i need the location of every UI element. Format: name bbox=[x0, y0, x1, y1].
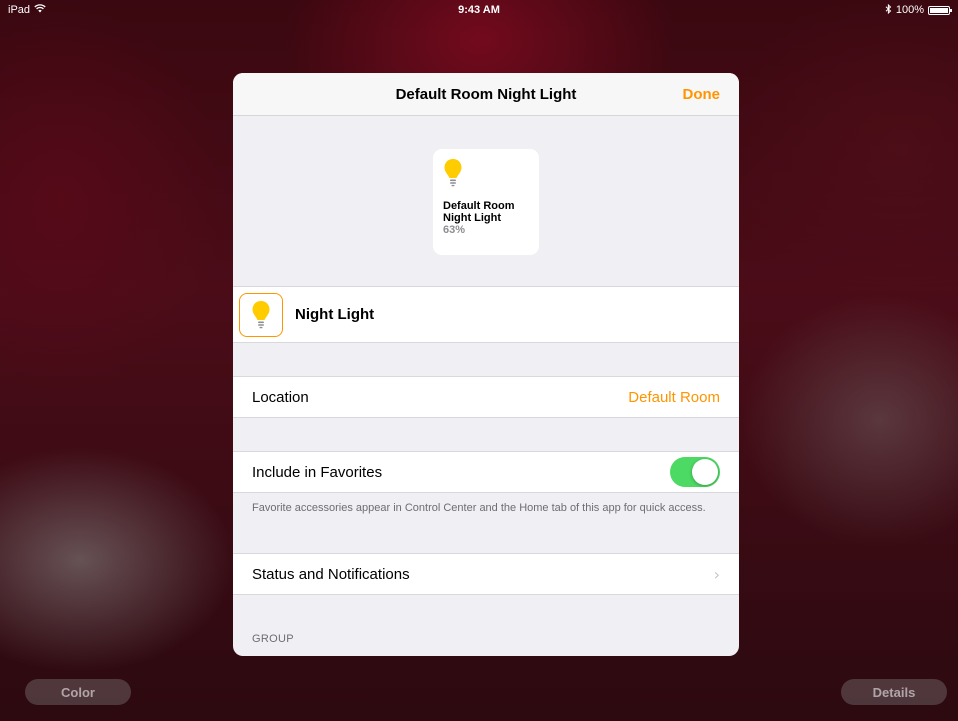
lightbulb-icon bbox=[444, 159, 462, 187]
color-button[interactable]: Color bbox=[25, 679, 131, 705]
done-button[interactable]: Done bbox=[683, 73, 721, 115]
tile-accessory-name: Default Room Night Light bbox=[443, 200, 515, 224]
accessory-preview-area: Default Room Night Light 63% bbox=[233, 116, 739, 286]
wifi-icon bbox=[34, 4, 46, 16]
sheet-title: Default Room Night Light bbox=[395, 85, 577, 103]
details-button[interactable]: Details bbox=[841, 679, 947, 705]
accessory-tile[interactable]: Default Room Night Light 63% bbox=[433, 149, 539, 255]
device-label: iPad bbox=[8, 4, 31, 16]
navigation-bar: Default Room Night Light Done bbox=[233, 73, 739, 116]
group-section-header: GROUP bbox=[252, 633, 294, 645]
status-left: iPad bbox=[8, 4, 46, 16]
status-right: 100% bbox=[885, 3, 952, 17]
location-value[interactable]: Default Room bbox=[628, 389, 720, 406]
location-label: Location bbox=[252, 388, 309, 406]
favorites-footnote: Favorite accessories appear in Control C… bbox=[252, 502, 706, 514]
lightbulb-icon bbox=[252, 300, 270, 328]
toggle-knob bbox=[692, 459, 718, 485]
status-bar: iPad 9:43 AM 100% bbox=[0, 0, 958, 20]
bluetooth-icon bbox=[885, 3, 892, 17]
favorites-row: Include in Favorites bbox=[233, 451, 739, 493]
favorites-toggle[interactable] bbox=[670, 457, 720, 487]
accessory-name-row[interactable]: Night Light bbox=[233, 286, 739, 343]
home-app-screen: iPad 9:43 AM 100% Default Room Night Lig… bbox=[0, 0, 958, 721]
favorites-label: Include in Favorites bbox=[252, 463, 383, 481]
location-row[interactable]: Location Default Room bbox=[233, 376, 739, 418]
chevron-right-icon: › bbox=[713, 564, 720, 584]
tile-brightness: 63% bbox=[443, 224, 466, 236]
accessory-name-field[interactable]: Night Light bbox=[295, 306, 374, 323]
battery-icon bbox=[928, 5, 952, 15]
status-time: 9:43 AM bbox=[458, 4, 500, 16]
accessory-settings-sheet: Default Room Night Light Done Default Ro… bbox=[233, 73, 739, 656]
battery-percent: 100% bbox=[895, 4, 924, 16]
status-notifications-row[interactable]: Status and Notifications › bbox=[233, 553, 739, 595]
status-notifications-label: Status and Notifications bbox=[252, 565, 410, 583]
accessory-icon-picker[interactable] bbox=[239, 292, 283, 337]
